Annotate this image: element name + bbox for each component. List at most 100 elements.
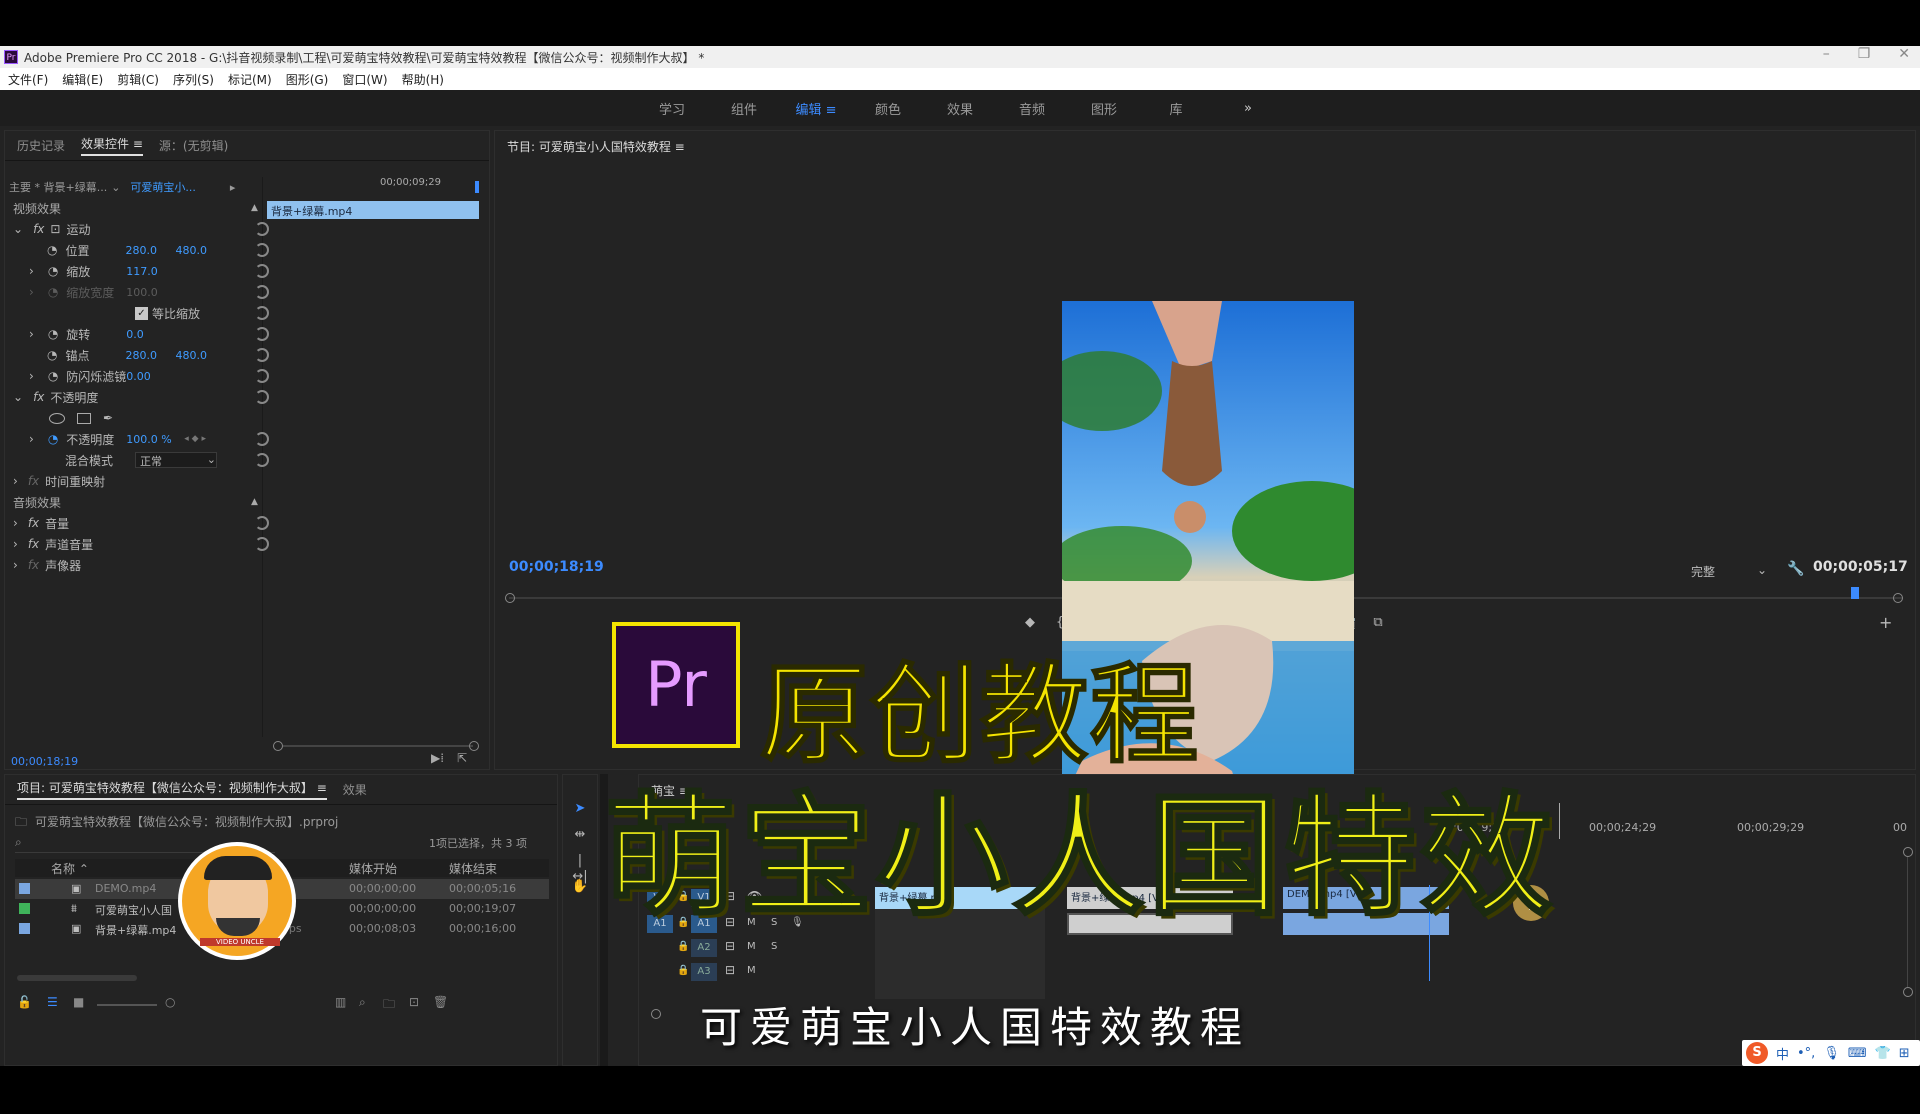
reset-icon[interactable] bbox=[255, 390, 269, 404]
tab-source[interactable]: 源：(无剪辑) bbox=[159, 137, 228, 154]
menu-window[interactable]: 窗口(W) bbox=[342, 71, 387, 88]
ellipse-mask-icon[interactable] bbox=[49, 412, 65, 424]
tab-project[interactable]: 项目: 可爱萌宝特效教程【微信公众号：视频制作大叔】 ≡ bbox=[17, 779, 327, 800]
menu-graphics[interactable]: 图形(G) bbox=[286, 71, 329, 88]
position-y-value[interactable]: 480.0 bbox=[175, 244, 207, 257]
tab-effects[interactable]: 效果 bbox=[343, 781, 367, 798]
ec-clip-bar[interactable]: 背景+绿幕.mp4 bbox=[267, 201, 479, 219]
reset-icon[interactable] bbox=[255, 222, 269, 236]
mute-button[interactable]: M bbox=[747, 965, 756, 976]
lock-icon[interactable]: 🔓 bbox=[17, 995, 32, 1009]
channel-volume-row[interactable]: › fx 声道音量 bbox=[13, 534, 269, 554]
uniform-scale-checkbox[interactable]: ✓ bbox=[135, 306, 148, 320]
volume-row[interactable]: › fx 音量 bbox=[13, 513, 269, 533]
menu-edit[interactable]: 编辑(E) bbox=[62, 71, 103, 88]
solo-button[interactable]: S bbox=[771, 941, 777, 952]
menu-help[interactable]: 帮助(H) bbox=[402, 71, 444, 88]
restore-icon[interactable]: ❐ bbox=[1858, 46, 1871, 62]
scale-value[interactable]: 117.0 bbox=[126, 265, 158, 278]
workspace-menu-icon[interactable]: ≡ bbox=[826, 103, 837, 118]
skin-icon[interactable]: 👕 bbox=[1875, 1046, 1891, 1061]
new-item-icon[interactable]: ⊡ bbox=[409, 995, 419, 1009]
quality-select[interactable]: 完整 ⌄ bbox=[1691, 563, 1771, 579]
stopwatch-icon[interactable]: ◔ bbox=[47, 243, 57, 257]
sync-lock-icon[interactable]: ⊟ bbox=[725, 963, 735, 977]
stopwatch-active-icon[interactable]: ◔ bbox=[48, 432, 58, 446]
vertical-zoom-handle[interactable] bbox=[1903, 987, 1913, 997]
stopwatch-icon[interactable]: ◔ bbox=[47, 348, 57, 362]
tab-effect-controls[interactable]: 效果控件 ≡ bbox=[81, 135, 143, 156]
chevron-right-icon[interactable]: › bbox=[13, 558, 18, 572]
sequence-selector[interactable]: 可爱萌宝小... bbox=[130, 179, 196, 195]
chevron-down-icon[interactable]: ⌄ bbox=[13, 222, 23, 236]
sogou-logo-icon[interactable]: S bbox=[1746, 1042, 1768, 1064]
anchor-x-value[interactable]: 280.0 bbox=[125, 349, 175, 362]
vertical-zoom-handle[interactable] bbox=[1903, 847, 1913, 857]
find-icon[interactable]: ⌕ bbox=[359, 995, 366, 1010]
tab-history[interactable]: 历史记录 bbox=[17, 137, 65, 154]
chevron-right-icon[interactable]: › bbox=[29, 264, 34, 278]
minimize-icon[interactable]: – bbox=[1823, 46, 1830, 62]
slip-tool-icon[interactable]: |↔| bbox=[571, 853, 589, 884]
list-view-icon[interactable]: ☰ bbox=[47, 995, 58, 1009]
menu-sequence[interactable]: 序列(S) bbox=[173, 71, 214, 88]
column-name[interactable]: 名称 ⌃ bbox=[51, 860, 89, 877]
compare-view-icon[interactable]: ⧉ bbox=[1369, 615, 1387, 631]
workspace-more-icon[interactable]: » bbox=[1212, 101, 1284, 116]
timeline-zoom-handle[interactable] bbox=[651, 1009, 661, 1019]
workspace-editing[interactable]: 编辑 ≡ bbox=[780, 99, 852, 118]
reset-icon[interactable] bbox=[255, 243, 269, 257]
close-icon[interactable]: ✕ bbox=[1898, 46, 1910, 62]
menu-marker[interactable]: 标记(M) bbox=[228, 71, 272, 88]
wrench-icon[interactable]: 🔧 bbox=[1787, 561, 1804, 577]
reset-icon[interactable] bbox=[255, 264, 269, 278]
anchor-y-value[interactable]: 480.0 bbox=[175, 349, 207, 362]
column-media-start[interactable]: 媒体开始 bbox=[349, 860, 397, 877]
time-remap-row[interactable]: › fx 时间重映射 bbox=[13, 471, 263, 491]
panner-row[interactable]: › fx 声像器 bbox=[13, 555, 263, 575]
stopwatch-icon[interactable]: ◔ bbox=[48, 327, 58, 341]
lock-icon[interactable]: 🔒 bbox=[677, 941, 689, 952]
play-triangle-icon[interactable]: ▸ bbox=[230, 181, 236, 194]
collapse-icon[interactable]: ▲ bbox=[251, 497, 258, 507]
reset-icon[interactable] bbox=[255, 432, 269, 446]
stopwatch-icon[interactable]: ◔ bbox=[48, 369, 58, 383]
ec-current-timecode[interactable]: 00;00;18;19 bbox=[11, 755, 78, 768]
motion-row[interactable]: ⌄ fx ⊡ 运动 bbox=[13, 219, 269, 239]
lock-icon[interactable]: 🔒 bbox=[677, 965, 689, 976]
workspace-libraries[interactable]: 库 bbox=[1140, 99, 1212, 118]
zoom-handle-right[interactable] bbox=[469, 741, 479, 751]
add-button-icon[interactable]: + bbox=[1879, 613, 1892, 632]
chevron-right-icon[interactable]: › bbox=[29, 432, 34, 446]
chevron-right-icon[interactable]: › bbox=[29, 327, 34, 341]
rectangle-mask-icon[interactable] bbox=[77, 412, 91, 424]
hand-tool-icon[interactable]: ✋ bbox=[571, 879, 589, 895]
new-bin-icon[interactable]: 🗀 bbox=[383, 995, 395, 1016]
blend-mode-select[interactable]: 正常 ⌄ bbox=[135, 452, 217, 468]
reset-icon[interactable] bbox=[255, 453, 269, 467]
program-monitor-title[interactable]: 节目: 可爱萌宝小人国特效教程 ≡ bbox=[507, 138, 685, 155]
menu-file[interactable]: 文件(F) bbox=[8, 71, 48, 88]
chevron-right-icon[interactable]: › bbox=[13, 516, 18, 530]
source-selector[interactable]: 主要 * 背景+绿幕... ⌄ 可爱萌宝小... ▸ bbox=[9, 177, 259, 197]
monitor-zoom-handle-right[interactable] bbox=[1893, 593, 1903, 603]
zoom-handle-left[interactable] bbox=[273, 741, 283, 751]
workspace-learn[interactable]: 学习 bbox=[636, 99, 708, 118]
icon-view-icon[interactable]: ■ bbox=[73, 995, 84, 1009]
keyframe-nav-icon[interactable]: ◂ ◆ ▸ bbox=[184, 434, 206, 444]
chevron-right-icon[interactable]: › bbox=[29, 369, 34, 383]
rotation-value[interactable]: 0.0 bbox=[126, 328, 144, 341]
chevron-right-icon[interactable]: › bbox=[13, 537, 18, 551]
reset-icon[interactable] bbox=[255, 348, 269, 362]
workspace-graphics[interactable]: 图形 bbox=[1068, 99, 1140, 118]
track-label-a3[interactable]: A3 bbox=[691, 963, 717, 981]
keyboard-icon[interactable]: ⌨ bbox=[1848, 1046, 1867, 1061]
workspace-assembly[interactable]: 组件 bbox=[708, 99, 780, 118]
filter-play-icon[interactable]: ▶⁞ bbox=[431, 751, 444, 765]
monitor-zoom-handle-left[interactable] bbox=[505, 593, 515, 603]
export-icon[interactable]: ⇱ bbox=[457, 751, 467, 765]
reset-icon[interactable] bbox=[255, 537, 269, 551]
workspace-effects[interactable]: 效果 bbox=[924, 99, 996, 118]
opacity-group-row[interactable]: ⌄ fx 不透明度 bbox=[13, 387, 269, 407]
stopwatch-icon[interactable]: ◔ bbox=[48, 264, 58, 278]
